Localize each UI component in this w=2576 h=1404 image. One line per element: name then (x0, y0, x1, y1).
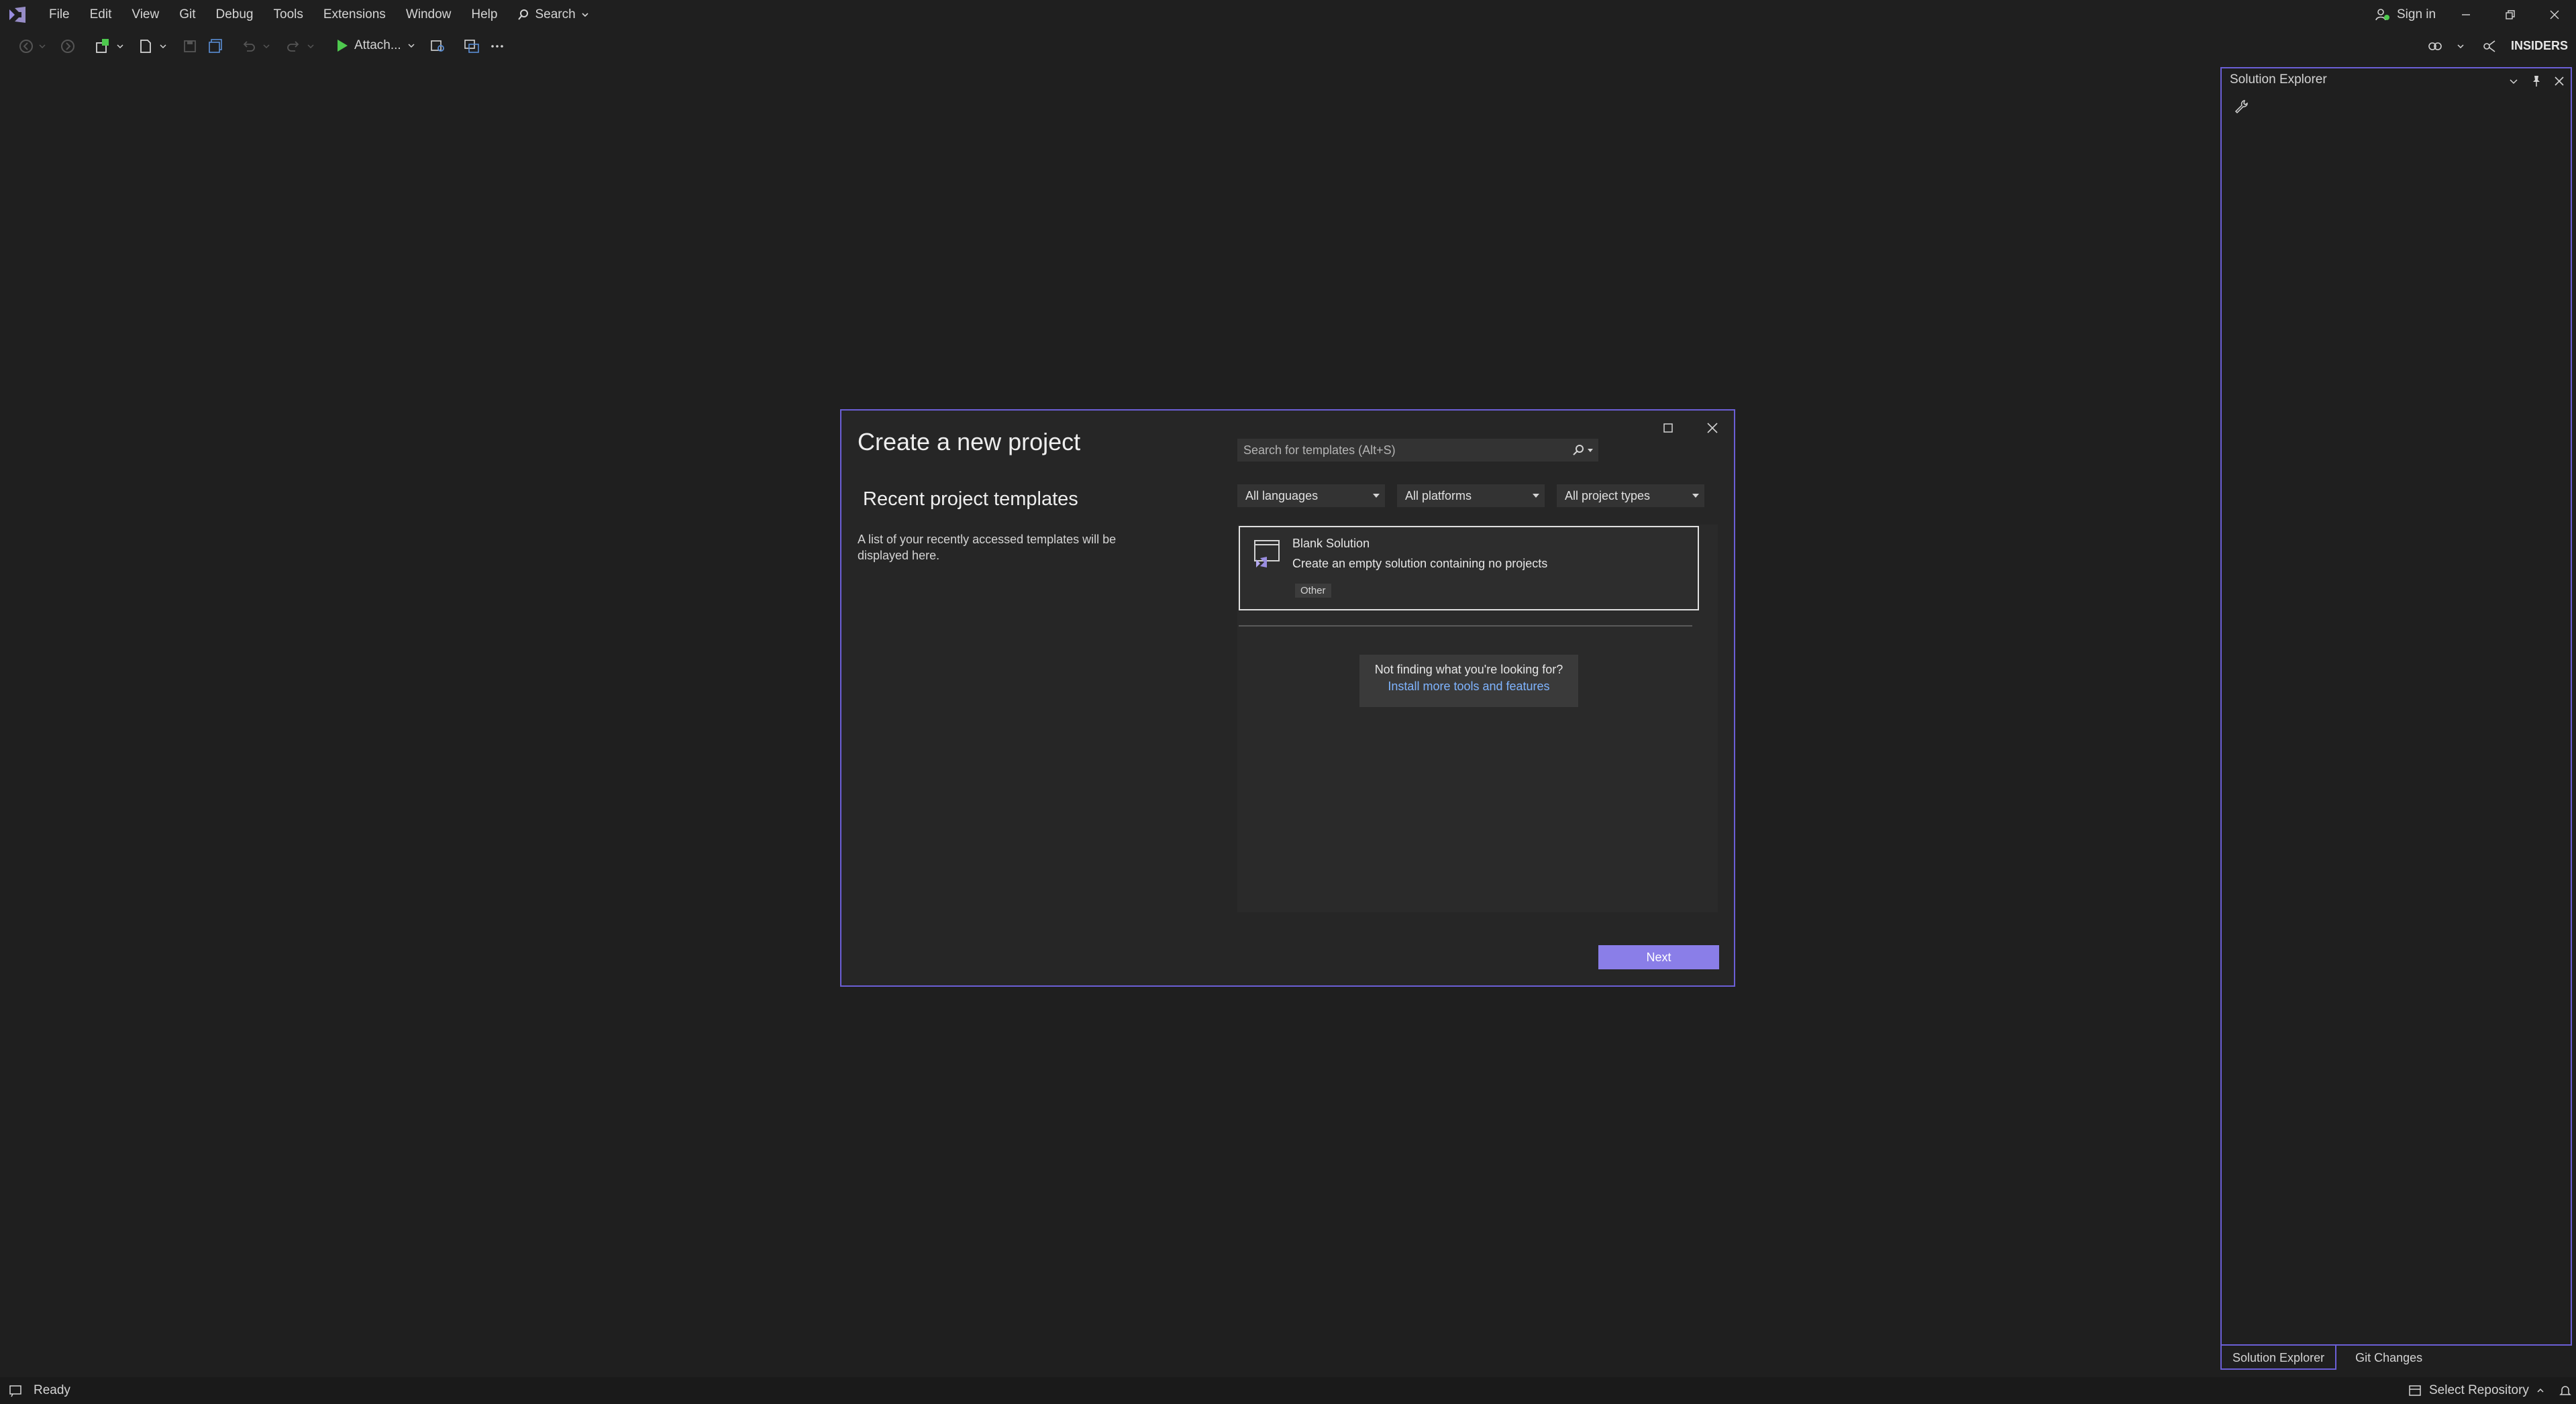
menu-extensions[interactable]: Extensions (313, 0, 396, 30)
menu-file[interactable]: File (39, 0, 80, 30)
menu-help[interactable]: Help (461, 0, 507, 30)
template-tag: Other (1295, 584, 1331, 598)
chevron-down-icon[interactable] (407, 41, 416, 50)
chevron-down-icon[interactable] (2456, 38, 2465, 55)
template-search-button[interactable] (1564, 442, 1594, 458)
menu-debug[interactable]: Debug (206, 0, 264, 30)
navigate-forward-icon[interactable] (59, 38, 76, 55)
chevron-down-icon[interactable] (115, 38, 125, 55)
template-name: Blank Solution (1292, 537, 1370, 550)
dialog-title: Create a new project (858, 428, 1081, 455)
close-icon[interactable] (2552, 74, 2567, 89)
template-search (1237, 439, 1598, 462)
chevron-down-icon[interactable] (306, 38, 315, 55)
template-blank-solution[interactable]: Blank Solution Create an empty solution … (1239, 526, 1699, 610)
menu-git[interactable]: Git (169, 0, 205, 30)
minimize-button[interactable] (2446, 0, 2486, 30)
close-icon (2550, 10, 2559, 19)
status-bar: Ready Select Repository (0, 1377, 2576, 1404)
repository-icon (2408, 1384, 2422, 1397)
copilot-icon[interactable] (2426, 38, 2444, 55)
menu-tools[interactable]: Tools (264, 0, 313, 30)
menu-search[interactable]: Search (507, 0, 599, 30)
platform-filter-value: All platforms (1405, 489, 1472, 502)
menu-edit[interactable]: Edit (80, 0, 122, 30)
chevron-down-icon (1373, 494, 1380, 498)
insiders-badge[interactable]: INSIDERS (2511, 31, 2568, 60)
project-type-filter[interactable]: All project types (1557, 484, 1704, 507)
platform-filter[interactable]: All platforms (1397, 484, 1545, 507)
pin-icon[interactable] (2529, 74, 2544, 89)
maximize-icon (1663, 423, 1673, 433)
chevron-down-icon[interactable] (2506, 74, 2521, 89)
menu-view[interactable]: View (121, 0, 169, 30)
sign-in-button[interactable]: Sign in (2375, 0, 2436, 30)
solution-explorer-title: Solution Explorer (2230, 72, 2327, 87)
sign-in-label: Sign in (2397, 7, 2436, 21)
chevron-down-icon[interactable] (38, 38, 47, 55)
select-repository-button[interactable]: Select Repository (2408, 1377, 2572, 1404)
attach-label: Attach... (354, 38, 401, 52)
create-project-dialog: Create a new project Recent project temp… (840, 409, 1735, 987)
template-description: Create an empty solution containing no p… (1292, 557, 1548, 570)
account-icon (2375, 8, 2390, 21)
divider (1239, 625, 1692, 627)
recent-templates-heading: Recent project templates (863, 488, 1078, 510)
save-icon[interactable] (181, 38, 199, 55)
visual-studio-logo-icon[interactable] (7, 5, 30, 24)
blank-solution-icon (1252, 538, 1282, 568)
search-label: Search (535, 7, 576, 21)
close-icon (1707, 423, 1718, 433)
save-all-icon[interactable] (207, 38, 224, 55)
solution-explorer-panel: Solution Explorer (2220, 67, 2572, 1346)
close-window-button[interactable] (2534, 0, 2575, 30)
status-ready: Ready (34, 1383, 70, 1397)
chevron-down-icon[interactable] (262, 38, 271, 55)
redo-icon[interactable] (285, 38, 302, 55)
recent-templates-description: A list of your recently accessed templat… (858, 533, 1117, 562)
menu-window[interactable]: Window (396, 0, 462, 30)
maximize-dialog-button[interactable] (1660, 420, 1676, 436)
select-repository-label: Select Repository (2429, 1383, 2529, 1397)
more-options-icon[interactable] (488, 38, 506, 55)
chevron-down-icon (1588, 449, 1593, 452)
live-share-icon[interactable] (463, 38, 480, 55)
attach-run-button[interactable]: Attach... (336, 31, 416, 60)
title-bar: File Edit View Git Debug Tools Extension… (0, 0, 2576, 30)
chevron-down-icon (1533, 494, 1539, 498)
chevron-down-icon (1692, 494, 1699, 498)
install-more-tools-link[interactable]: Install more tools and features (1359, 680, 1578, 694)
share-icon[interactable] (2480, 38, 2497, 55)
properties-wrench-icon[interactable] (2232, 98, 2250, 115)
open-file-icon[interactable] (137, 38, 154, 55)
new-project-icon[interactable] (94, 38, 111, 55)
navigate-back-icon[interactable] (17, 38, 35, 55)
restore-button[interactable] (2490, 0, 2530, 30)
chevron-down-icon (581, 11, 589, 19)
template-search-input[interactable] (1238, 439, 1564, 461)
next-button[interactable]: Next (1598, 945, 1719, 969)
minimize-icon (2462, 14, 2470, 15)
bell-icon[interactable] (2559, 1384, 2572, 1397)
undo-icon[interactable] (240, 38, 258, 55)
notification-status-icon[interactable] (8, 1383, 23, 1398)
tab-solution-explorer[interactable]: Solution Explorer (2220, 1346, 2337, 1370)
menu-bar: File Edit View Git Debug Tools Extension… (39, 0, 599, 30)
chevron-up-icon (2536, 1386, 2545, 1395)
find-in-files-icon[interactable] (429, 38, 447, 55)
not-finding-box: Not finding what you're looking for? Ins… (1359, 655, 1578, 707)
not-finding-text: Not finding what you're looking for? (1374, 663, 1563, 676)
search-icon (517, 9, 529, 21)
tab-git-changes[interactable]: Git Changes (2345, 1346, 2433, 1370)
search-icon (1573, 445, 1584, 455)
chevron-down-icon[interactable] (158, 38, 168, 55)
restore-icon (2506, 10, 2515, 19)
language-filter[interactable]: All languages (1237, 484, 1385, 507)
close-dialog-button[interactable] (1704, 420, 1720, 436)
project-type-filter-value: All project types (1565, 489, 1651, 502)
solution-explorer-tabs: Solution Explorer Git Changes (2220, 1346, 2433, 1370)
template-list: Blank Solution Create an empty solution … (1237, 525, 1718, 912)
language-filter-value: All languages (1245, 489, 1319, 502)
play-icon (336, 38, 349, 53)
